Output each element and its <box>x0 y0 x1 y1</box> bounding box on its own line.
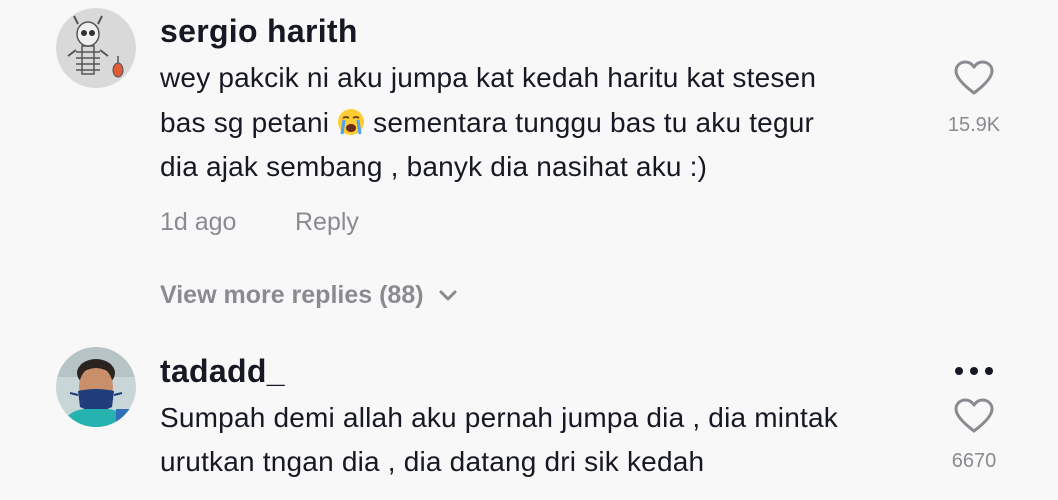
loudly-crying-face-icon <box>338 109 365 135</box>
skeleton-avatar-icon <box>56 8 136 88</box>
more-options-icon[interactable] <box>952 365 996 377</box>
comment-text-segment: sementara tunggu bas tu aku tegur <box>373 107 815 138</box>
comment-text-line: wey pakcik ni aku jumpa kat kedah haritu… <box>160 62 817 93</box>
comment-item: sergio harith wey pakcik ni aku jumpa ka… <box>0 0 1058 250</box>
reply-button[interactable]: Reply <box>295 208 359 237</box>
chevron-down-icon <box>439 290 457 300</box>
heart-icon[interactable] <box>954 60 994 96</box>
user-avatar[interactable] <box>56 8 136 88</box>
comment-text-line: urutkan tngan dia , dia datang dri sik k… <box>160 446 705 477</box>
comment-text-line: dia ajak sembang , banyk dia nasihat aku… <box>160 151 708 182</box>
comment-text-line: bas sg petani sementara tunggu bas tu ak… <box>160 107 814 139</box>
comment-username[interactable]: tadadd_ <box>160 353 285 390</box>
comment-username[interactable]: sergio harith <box>160 13 358 50</box>
comment-text-line: Sumpah demi allah aku pernah jumpa dia ,… <box>160 402 838 433</box>
comment-timestamp: 1d ago <box>160 208 237 236</box>
comment-item: tadadd_ Sumpah demi allah aku pernah jum… <box>0 340 1058 500</box>
like-count: 15.9K <box>947 114 1001 136</box>
person-with-mask-avatar-icon <box>56 347 136 427</box>
view-more-replies-button[interactable]: View more replies (88) <box>160 281 458 310</box>
view-more-replies-label: View more replies (88) <box>160 281 424 309</box>
user-avatar[interactable] <box>56 347 136 427</box>
heart-icon[interactable] <box>954 398 994 434</box>
like-count: 6670 <box>951 450 997 472</box>
comment-text-segment: bas sg petani <box>160 107 330 138</box>
